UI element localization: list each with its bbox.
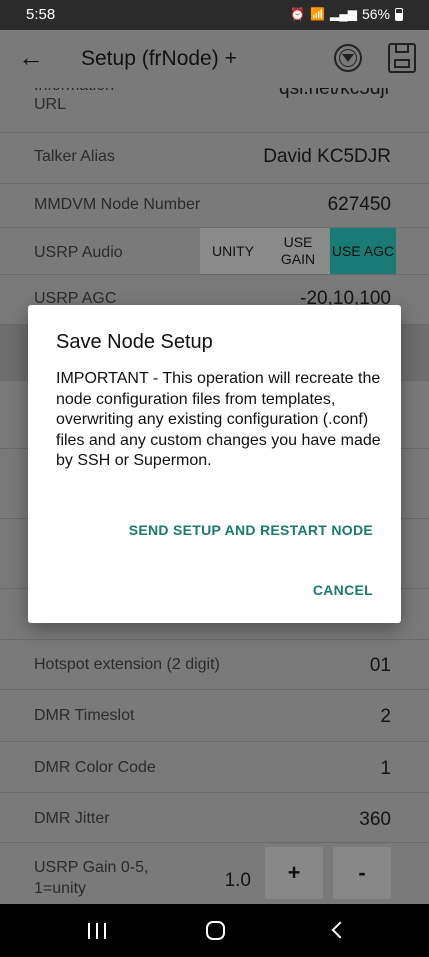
dialog-title: Save Node Setup bbox=[56, 331, 213, 353]
talker-alias-label: Talker Alias bbox=[34, 148, 115, 165]
row-usrp-gain: USRP Gain 0-5, 1=unity 1.0 + - bbox=[0, 843, 429, 904]
send-setup-restart-button[interactable]: SEND SETUP AND RESTART NODE bbox=[129, 522, 373, 538]
system-nav-bar bbox=[0, 904, 429, 957]
save-setup-dialog: Save Node Setup IMPORTANT - This operati… bbox=[28, 305, 401, 623]
row-dmr-jitter[interactable]: DMR Jitter 360 bbox=[0, 793, 429, 843]
row-usrp-audio: USRP Audio UNITY USE GAIN USE AGC bbox=[0, 228, 429, 275]
gain-plus-button[interactable]: + bbox=[265, 847, 323, 899]
row-dmr-color[interactable]: DMR Color Code 1 bbox=[0, 742, 429, 793]
page-title: Setup (frNode) + bbox=[81, 47, 237, 70]
row-info-url[interactable]: Information URL qsl.net/kc5djr bbox=[0, 88, 429, 133]
usrp-gain-label-1: USRP Gain 0-5, bbox=[34, 859, 149, 876]
row-talker-alias[interactable]: Talker Alias David KC5DJR bbox=[0, 133, 429, 184]
segment-unity[interactable]: UNITY bbox=[200, 228, 266, 274]
alarm-icon: ⏰ bbox=[290, 7, 306, 21]
dialog-message: IMPORTANT - This operation will recreate… bbox=[56, 370, 381, 469]
segment-use-gain[interactable]: USE GAIN bbox=[266, 228, 330, 274]
nav-back-icon[interactable] bbox=[331, 921, 349, 939]
app-bar: ← Setup (frNode) + bbox=[0, 30, 429, 88]
recents-icon[interactable] bbox=[88, 923, 106, 939]
talker-alias-value: David KC5DJR bbox=[263, 146, 391, 167]
mmdvm-node-value: 627450 bbox=[327, 194, 391, 215]
dmr-color-value: 1 bbox=[380, 758, 391, 779]
dmr-timeslot-value: 2 bbox=[380, 706, 391, 727]
segment-use-agc[interactable]: USE AGC bbox=[330, 228, 396, 274]
status-time: 5:58 bbox=[26, 6, 56, 23]
row-mmdvm-node[interactable]: MMDVM Node Number 627450 bbox=[0, 184, 429, 228]
dmr-jitter-label: DMR Jitter bbox=[34, 810, 110, 827]
info-url-label-1: Information bbox=[34, 88, 114, 96]
dmr-color-label: DMR Color Code bbox=[34, 759, 156, 776]
usrp-gain-value: 1.0 bbox=[224, 870, 251, 891]
back-arrow-icon[interactable]: ← bbox=[18, 44, 44, 70]
home-icon[interactable] bbox=[206, 921, 225, 940]
battery-percent: 56% bbox=[361, 6, 390, 22]
usrp-audio-label: USRP Audio bbox=[34, 244, 123, 261]
battery-icon bbox=[395, 7, 403, 21]
download-circle-icon[interactable] bbox=[334, 44, 362, 72]
usrp-gain-label-2: 1=unity bbox=[34, 880, 87, 897]
info-url-label-2: URL bbox=[34, 96, 67, 113]
status-bar: 5:58 ⏰ 📶 ▂▄▆ 56% bbox=[0, 0, 429, 30]
hotspot-ext-label: Hotspot extension (2 digit) bbox=[34, 656, 220, 673]
row-hotspot-ext[interactable]: Hotspot extension (2 digit) 01 bbox=[0, 640, 429, 690]
signal-icon: ▂▄▆ bbox=[330, 7, 357, 21]
mmdvm-node-label: MMDVM Node Number bbox=[34, 196, 201, 213]
dmr-timeslot-label: DMR Timeslot bbox=[34, 707, 135, 724]
dmr-jitter-value: 360 bbox=[359, 809, 391, 830]
save-disk-icon[interactable] bbox=[388, 43, 416, 73]
info-url-value: qsl.net/kc5djr bbox=[279, 88, 391, 99]
gain-minus-button[interactable]: - bbox=[333, 847, 391, 899]
cancel-button[interactable]: CANCEL bbox=[313, 582, 373, 598]
hotspot-ext-value: 01 bbox=[369, 655, 391, 676]
row-dmr-timeslot[interactable]: DMR Timeslot 2 bbox=[0, 690, 429, 742]
wifi-icon: 📶 bbox=[310, 7, 325, 21]
